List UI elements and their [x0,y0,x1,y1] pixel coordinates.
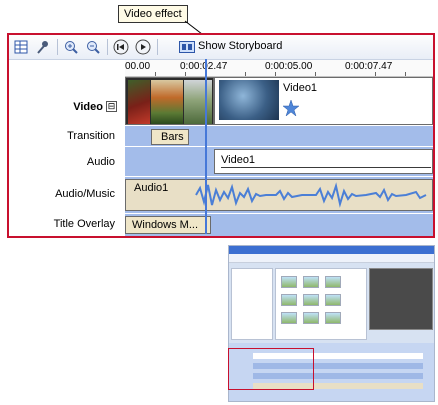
thumbnail-image [128,80,150,124]
audio-track-label: Audio [86,156,115,168]
zoom-in-icon[interactable] [63,39,79,55]
ruler-tick-label: 0:00:05.00 [265,61,313,72]
toolbar-separator [107,39,108,55]
ruler-tick-label: 0:00:02.47 [180,61,228,72]
mini-timeline-highlight [228,348,314,390]
audio-clip-label: Video1 [221,154,256,166]
mini-tile [281,294,297,306]
playhead[interactable] [205,59,207,234]
mini-tile [303,294,319,306]
video-clip-video1[interactable]: Video1 [214,77,433,125]
rewind-icon[interactable] [113,39,129,55]
transition-clip[interactable]: Bars [151,129,189,145]
storyboard-icon[interactable] [179,39,195,55]
mini-tile [325,294,341,306]
video-track-label: Video [73,101,103,113]
mini-tile [281,276,297,288]
time-ruler[interactable]: 00.00 0:00:02.47 0:00:05.00 0:00:07.47 [125,60,433,77]
thumbnail-image [151,80,183,124]
timeline-toolbar: Show Storyboard [9,35,433,60]
title-overlay-track-label: Title Overlay [53,218,115,230]
microphone-icon[interactable] [35,39,51,55]
transition-clip-label: Bars [161,131,184,143]
mini-tile [325,276,341,288]
music-clip[interactable]: Audio1 [125,179,433,211]
timeline-view-icon[interactable] [13,39,29,55]
toolbar-separator [157,39,158,55]
mini-title-bar [229,246,434,254]
toolbar-separator [57,39,58,55]
mini-tile [281,312,297,324]
mini-tile [303,312,319,324]
mini-task-pane [231,268,273,340]
ruler-tick-label: 00.00 [125,61,151,72]
callout-text: Video effect [124,8,182,20]
transition-track-label: Transition [67,130,115,142]
audio-level-line [221,167,431,168]
show-storyboard-button[interactable]: Show Storyboard [198,40,282,52]
video-clip-photos[interactable] [125,77,214,125]
thumbnail-image [184,80,212,124]
video-effect-star-icon[interactable] [283,100,299,116]
mini-tile [303,276,319,288]
mini-tile [325,312,341,324]
video-effect-callout: Video effect [118,5,188,23]
play-icon[interactable] [135,39,151,55]
timeline-panel: Show Storyboard Video ⊟ Transition Audio… [7,33,435,238]
audio-music-track-label: Audio/Music [55,188,115,200]
audio-waveform [195,182,427,208]
track-labels: Video ⊟ Transition Audio Audio/Music Tit… [9,60,125,236]
ruler-tick-label: 0:00:07.47 [345,61,393,72]
mini-preview-monitor [369,268,433,330]
title-overlay-clip[interactable]: Windows M... [125,216,211,234]
mini-menu-bar [229,254,434,263]
audio-clip[interactable]: Video1 [214,149,433,174]
timeline-tracks: 00.00 0:00:02.47 0:00:05.00 0:00:07.47 V… [125,60,433,236]
collapse-video-icon[interactable]: ⊟ [106,101,117,112]
video-clip-label: Video1 [283,82,318,94]
zoom-out-icon[interactable] [85,39,101,55]
thumbnail-image [219,80,279,120]
title-overlay-clip-label: Windows M... [132,219,199,231]
